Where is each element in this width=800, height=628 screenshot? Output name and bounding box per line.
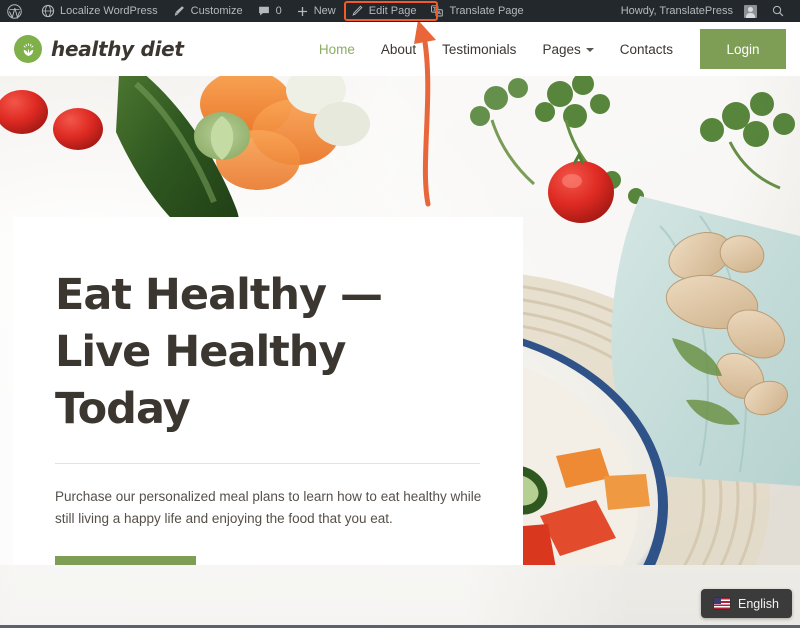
nav-item-pages-label: Pages xyxy=(542,41,581,57)
comment-bubble-icon xyxy=(258,6,269,16)
login-button-label: Login xyxy=(726,41,760,57)
login-button[interactable]: Login xyxy=(700,29,786,69)
main-navigation: Home About Testimonials Pages Contacts L… xyxy=(306,29,800,69)
adminbar-right-group: Howdy, TranslatePress xyxy=(614,0,800,22)
adminbar-item-search[interactable] xyxy=(764,0,792,22)
adminbar-localize-label: Localize WordPress xyxy=(60,5,158,17)
us-flag-icon xyxy=(714,598,730,609)
nav-item-testimonials-label: Testimonials xyxy=(442,41,517,57)
hero-subtitle: Purchase our personalized meal plans to … xyxy=(55,488,482,526)
hero-divider xyxy=(55,462,480,464)
adminbar-edit-page-label: Edit Page xyxy=(368,5,417,17)
adminbar-item-comments[interactable]: 0 xyxy=(250,0,289,22)
nav-item-about[interactable]: About xyxy=(368,42,429,57)
adminbar-item-account[interactable]: Howdy, TranslatePress xyxy=(614,0,764,22)
adminbar-howdy-label: Howdy, TranslatePress xyxy=(620,5,733,17)
nav-item-about-label: About xyxy=(380,41,417,57)
adminbar-item-localize-wordpress[interactable]: Localize WordPress xyxy=(34,0,165,22)
site-logo-link[interactable]: healthy diet xyxy=(14,35,184,63)
nav-item-contacts-label: Contacts xyxy=(619,41,673,57)
adminbar-item-translate-page[interactable]: Translate Page xyxy=(423,0,530,22)
hero-actions: View Meal Plan $50 OFF Discount xyxy=(55,556,479,565)
nav-item-pages[interactable]: Pages xyxy=(529,42,606,57)
hero-title: Eat Healthy — Live Healthy Today xyxy=(55,270,383,435)
pencil-icon xyxy=(352,5,363,16)
adminbar-item-wordpress-logo[interactable] xyxy=(0,0,34,22)
adminbar-item-edit-page[interactable]: Edit Page xyxy=(343,0,424,22)
adminbar-customize-label: Customize xyxy=(190,5,243,17)
brush-icon xyxy=(174,6,184,16)
plus-icon xyxy=(297,6,307,16)
wp-admin-bar: Localize WordPress Customize 0 New Edit … xyxy=(0,0,800,22)
adminbar-item-customize[interactable]: Customize xyxy=(165,0,250,22)
page-background-below-hero xyxy=(0,565,800,628)
nav-item-contacts[interactable]: Contacts xyxy=(607,42,686,57)
hero-content-card: Eat Healthy — Live Healthy Today Purchas… xyxy=(13,217,523,565)
adminbar-new-label: New xyxy=(313,5,336,17)
site-title: healthy diet xyxy=(51,37,184,61)
nav-item-testimonials[interactable]: Testimonials xyxy=(429,42,529,57)
site-header: healthy diet Home About Testimonials Pag… xyxy=(0,22,800,76)
wordpress-logo-icon xyxy=(7,3,22,19)
language-switcher[interactable]: English xyxy=(701,589,792,618)
nav-item-home-label: Home xyxy=(318,41,355,57)
translate-page-icon xyxy=(431,5,444,17)
view-meal-plan-button[interactable]: View Meal Plan xyxy=(55,556,196,565)
adminbar-comment-count: 0 xyxy=(275,5,282,17)
search-icon xyxy=(772,5,784,17)
avatar xyxy=(744,4,757,18)
nav-item-home[interactable]: Home xyxy=(306,42,368,57)
adminbar-item-new[interactable]: New xyxy=(289,0,343,22)
chevron-down-icon xyxy=(585,48,594,52)
leaf-circle-icon xyxy=(14,35,42,63)
language-switcher-label: English xyxy=(738,596,779,611)
hero-section: Eat Healthy — Live Healthy Today Purchas… xyxy=(0,76,800,565)
localize-icon xyxy=(41,4,55,18)
page-root: Localize WordPress Customize 0 New Edit … xyxy=(0,0,800,628)
adminbar-translate-page-label: Translate Page xyxy=(449,5,524,17)
